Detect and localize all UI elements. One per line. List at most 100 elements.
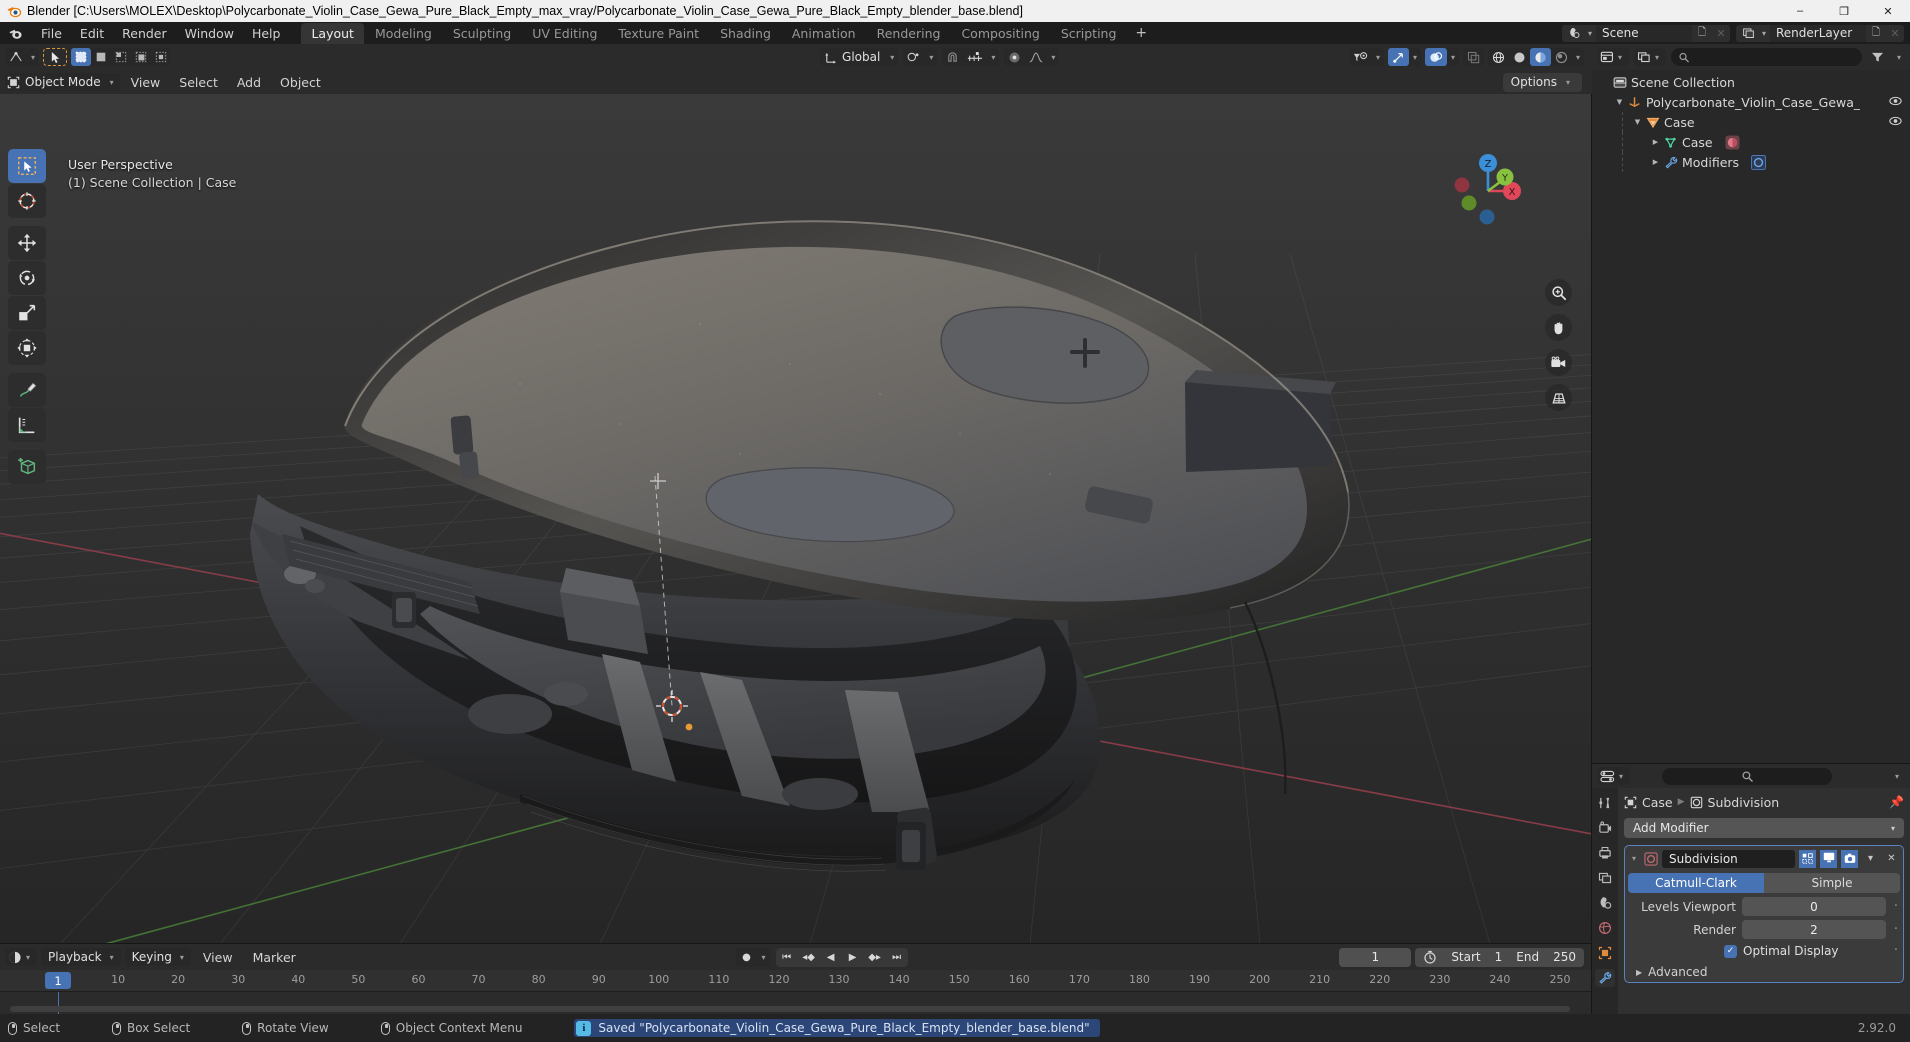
shading-solid-icon[interactable] — [1509, 48, 1530, 66]
outliner-search-input[interactable] — [1694, 50, 1854, 64]
tool-annotate[interactable] — [8, 373, 46, 407]
frame-range-fields[interactable]: Start 1 End 250 — [1415, 947, 1584, 967]
falloff-chevron-down-icon[interactable]: ▾ — [1047, 53, 1059, 62]
show-in-render-icon[interactable] — [1841, 849, 1858, 868]
gizmo-chevron-down-icon[interactable]: ▾ — [1409, 53, 1421, 62]
outliner-row-case-object[interactable]: ▼ Case — [1592, 112, 1910, 132]
timeline-menu-marker[interactable]: Marker — [245, 948, 304, 967]
overlay-group[interactable]: ▾ — [1424, 48, 1459, 66]
subsurf-modifier-icon[interactable] — [1751, 154, 1767, 170]
scene-selector[interactable]: ▾ Scene 🗋 ✕ — [1561, 24, 1730, 42]
tool-measure[interactable] — [8, 408, 46, 442]
outliner-filter-chevron-down-icon[interactable]: ▾ — [1893, 53, 1905, 62]
modifier-extras-chevron-down-icon[interactable]: ▾ — [1862, 850, 1879, 868]
modifier-name-field[interactable]: Subdivision — [1662, 849, 1795, 868]
falloff-curve-icon[interactable] — [1025, 48, 1047, 66]
tab-compositing[interactable]: Compositing — [951, 23, 1049, 44]
viewport-canvas[interactable]: User Perspective (1) Scene Collection | … — [0, 94, 1592, 944]
delete-modifier-icon[interactable]: ✕ — [1883, 850, 1900, 868]
jump-to-end-button[interactable]: ⏭ — [886, 948, 908, 967]
snap-increment-icon[interactable] — [963, 48, 987, 66]
next-keyframe-button[interactable]: ◆▸ — [864, 948, 886, 967]
show-in-viewport-icon[interactable] — [1820, 849, 1837, 868]
close-button[interactable]: ✕ — [1866, 0, 1910, 22]
add-modifier-button[interactable]: Add Modifier ▾ — [1624, 818, 1904, 838]
visibility-chevron-down-icon[interactable]: ▾ — [1372, 53, 1384, 62]
display-mode-chevron-down-icon[interactable]: ▾ — [1651, 53, 1663, 62]
toggle-xray-icon[interactable] — [1463, 48, 1484, 66]
options-button[interactable]: Options ▾ — [1502, 72, 1582, 92]
tab-texture-paint[interactable]: Texture Paint — [608, 23, 709, 44]
subdivision-simple-option[interactable]: Simple — [1764, 873, 1900, 893]
menu-window[interactable]: Window — [176, 24, 243, 43]
gizmo-group[interactable]: ▾ — [1387, 48, 1421, 66]
tab-rendering[interactable]: Rendering — [867, 23, 951, 44]
select-invert-icon[interactable] — [131, 48, 151, 66]
mesh-data-expand-toggle[interactable]: ▶ — [1650, 137, 1661, 148]
shading-wireframe-icon[interactable] — [1488, 48, 1509, 66]
viewport-menu-add[interactable]: Add — [229, 73, 269, 92]
mode-selector[interactable]: Object Mode ▾ — [5, 73, 120, 91]
pan-hand-icon[interactable] — [1545, 314, 1572, 341]
timeline-menu-view[interactable]: View — [195, 948, 241, 967]
case-visibility-eye-icon[interactable] — [1889, 116, 1902, 129]
new-scene-button[interactable]: 🗋 — [1691, 24, 1712, 42]
show-overlays-icon[interactable] — [1424, 48, 1447, 66]
blender-menu-icon[interactable] — [8, 26, 23, 41]
visibility-selector[interactable]: ▾ — [1348, 48, 1384, 66]
zoom-icon[interactable] — [1545, 279, 1572, 306]
outliner-editor-type-selector[interactable]: ▾ — [1597, 48, 1630, 66]
orientation-chevron-down-icon[interactable]: ▾ — [886, 53, 898, 62]
auto-keying-group[interactable]: ● ▾ — [735, 947, 770, 967]
tab-modeling[interactable]: Modeling — [365, 23, 442, 44]
outliner-row-modifiers[interactable]: ▶ Modifiers — [1592, 152, 1910, 172]
shading-rendered-icon[interactable] — [1551, 48, 1572, 66]
tab-world[interactable] — [1595, 919, 1615, 937]
outliner-type-chevron-down-icon[interactable]: ▾ — [1614, 53, 1626, 62]
tool-rotate[interactable] — [8, 261, 46, 295]
outliner-row-case-mesh-data[interactable]: ▶ Case — [1592, 132, 1910, 152]
outliner-row-parent-empty[interactable]: ▼ Polycarbonate_Violin_Case_Gewa_Pure_Bl… — [1592, 92, 1910, 112]
tab-scene[interactable] — [1595, 894, 1615, 912]
remove-view-layer-button[interactable]: ✕ — [1886, 24, 1904, 42]
menu-help[interactable]: Help — [243, 24, 290, 43]
shading-chevron-down-icon[interactable]: ▾ — [1572, 53, 1584, 62]
proportional-edit-group[interactable]: ▾ — [1004, 48, 1060, 66]
active-tool-indicator[interactable] — [43, 48, 68, 66]
tool-cursor[interactable] — [8, 184, 46, 218]
editor-type-selector[interactable]: ▾ — [5, 48, 40, 66]
mode-chevron-down-icon[interactable]: ▾ — [106, 78, 118, 87]
tab-view-layer[interactable] — [1595, 869, 1615, 887]
new-view-layer-button[interactable]: 🗋 — [1866, 24, 1886, 42]
tab-output[interactable] — [1595, 844, 1615, 862]
modifiers-expand-toggle[interactable]: ▶ — [1650, 157, 1661, 168]
editor-type-chevron-down-icon[interactable]: ▾ — [27, 53, 39, 62]
select-intersect-icon[interactable] — [151, 48, 171, 66]
snap-chevron-down-icon[interactable]: ▾ — [987, 53, 999, 62]
tool-move[interactable] — [8, 226, 46, 260]
toggle-perspective-icon[interactable] — [1545, 384, 1572, 411]
pin-icon[interactable]: 📌 — [1889, 795, 1904, 809]
optimal-display-checkbox[interactable]: ✓ — [1724, 944, 1737, 958]
outliner-search-field[interactable] — [1671, 48, 1862, 66]
start-frame-value[interactable]: 1 — [1495, 950, 1503, 964]
outliner-editor[interactable]: ▾ ▾ ▾ Scene Collection ▼ Polycarbonate_V… — [1592, 44, 1910, 764]
subdivision-catmull-clark-option[interactable]: Catmull-Clark — [1628, 873, 1764, 893]
overlay-chevron-down-icon[interactable]: ▾ — [1447, 53, 1459, 62]
breadcrumb-object-name[interactable]: Case — [1642, 795, 1673, 810]
pivot-chevron-down-icon[interactable]: ▾ — [925, 53, 937, 62]
previous-keyframe-button[interactable]: ◂◆ — [798, 948, 820, 967]
show-in-edit-mode-icon[interactable] — [1799, 849, 1816, 868]
shading-mode-group[interactable]: ▾ — [1487, 48, 1584, 66]
outliner-filter-icon[interactable] — [1867, 48, 1888, 66]
parent-expand-toggle[interactable]: ▼ — [1614, 97, 1625, 108]
parent-visibility-eye-icon[interactable] — [1889, 96, 1902, 109]
levels-viewport-animate-dot[interactable]: · — [1892, 900, 1900, 913]
breadcrumb-modifier-name[interactable]: Subdivision — [1708, 795, 1780, 810]
select-box-icon[interactable] — [71, 48, 92, 66]
tab-object[interactable] — [1595, 944, 1615, 962]
properties-options-chevron-down-icon[interactable]: ▾ — [1891, 772, 1905, 781]
record-icon[interactable]: ● — [736, 948, 758, 967]
levels-viewport-value[interactable]: 0 — [1742, 897, 1886, 916]
timeline-ruler[interactable]: 1 10 20 30 40 50 60 70 80 90 100 110 120 130 140 150 160… — [0, 970, 1592, 992]
